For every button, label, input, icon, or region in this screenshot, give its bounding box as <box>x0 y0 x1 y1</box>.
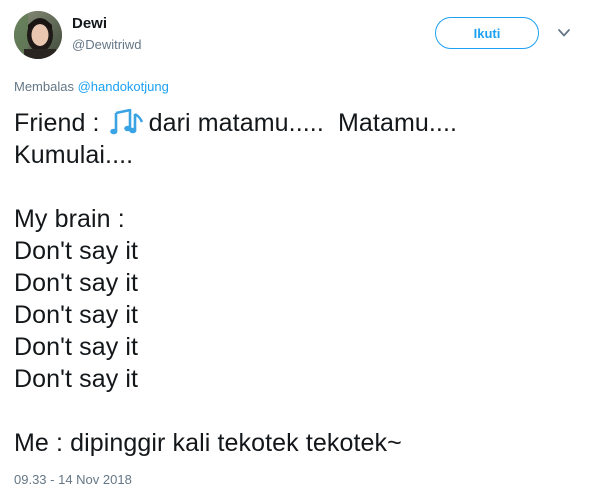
tweet-text: Friend : dari matamu..... Matamu.... Kumu… <box>14 107 579 459</box>
tweet-line: My brain : <box>14 205 125 233</box>
tweet-line: Don't say it <box>14 237 139 265</box>
tweet-header: Dewi @Dewitriwd Ikuti <box>14 11 579 61</box>
tweet-line <box>14 395 579 427</box>
chevron-down-icon[interactable] <box>555 25 573 41</box>
musical-notes-emoji-icon <box>109 109 143 135</box>
tweet-line: Don't say it <box>14 269 139 297</box>
reply-prefix: Membalas <box>14 79 78 94</box>
avatar-photo-icon <box>14 11 62 59</box>
tweet-line: Me : dipinggir kali tekotek tekotek~ <box>14 429 402 457</box>
tweet-line: Kumulai.... <box>14 141 134 169</box>
reply-mention-link[interactable]: @handokotjung <box>78 79 169 94</box>
follow-button[interactable]: Ikuti <box>435 17 539 49</box>
avatar[interactable] <box>14 11 62 59</box>
tweet-line: Don't say it <box>14 333 139 361</box>
tweet-line-1-prefix: Friend : <box>14 109 107 137</box>
tweet-timestamp[interactable]: 09.33 - 14 Nov 2018 <box>14 471 132 489</box>
reply-context: Membalas @handokotjung <box>14 78 169 96</box>
tweet-line-1-suffix: dari matamu..... Matamu.... <box>148 109 458 137</box>
user-handle[interactable]: @Dewitriwd <box>72 36 142 54</box>
tweet-line <box>14 171 579 203</box>
user-info[interactable]: Dewi @Dewitriwd <box>72 14 142 54</box>
tweet-line: Don't say it <box>14 365 139 393</box>
tweet-line: Don't say it <box>14 301 139 329</box>
tweet-line: Friend : dari matamu..... Matamu.... <box>14 107 579 139</box>
tweet-card: Dewi @Dewitriwd Ikuti Membalas @handokot… <box>0 0 593 492</box>
display-name[interactable]: Dewi <box>72 14 142 34</box>
